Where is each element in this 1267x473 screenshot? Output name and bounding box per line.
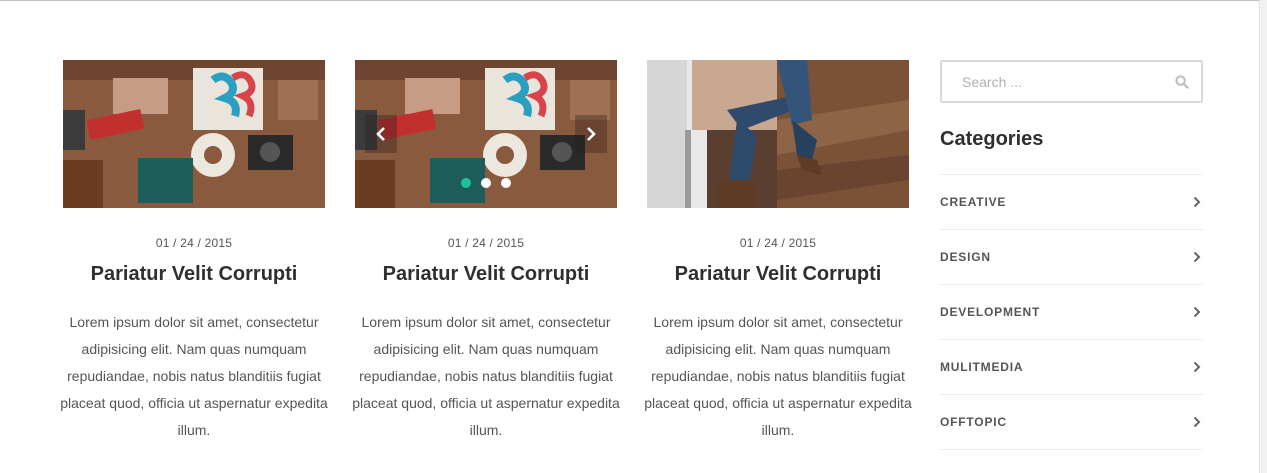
chevron-right-icon: [587, 127, 596, 141]
top-divider: [0, 0, 1267, 1]
post-title[interactable]: Pariatur Velit Corrupti: [647, 263, 909, 286]
page-scrollbar-edge: [1259, 0, 1267, 473]
post-image-slider[interactable]: [355, 60, 617, 208]
category-item-creative[interactable]: CREATIVE: [940, 175, 1203, 230]
categories-list: CREATIVE DESIGN DEVELOPMENT MULITMEDIA O…: [940, 174, 1203, 450]
post-excerpt: Lorem ipsum dolor sit amet, consectetur …: [644, 314, 912, 438]
seated-person-image: [647, 60, 909, 208]
chevron-right-icon: [1193, 306, 1203, 318]
category-item-design[interactable]: DESIGN: [940, 230, 1203, 285]
chevron-right-icon: [1193, 361, 1203, 373]
post-image[interactable]: [63, 60, 325, 208]
desk-flatlay-image: [63, 60, 325, 208]
categories-heading: Categories: [940, 128, 1044, 150]
category-label: CREATIVE: [940, 195, 1007, 209]
chevron-right-icon: [1193, 416, 1203, 428]
category-label: MULITMEDIA: [940, 360, 1024, 374]
category-label: OFFTOPIC: [940, 415, 1007, 429]
blog-post-card: 01 / 24 / 2015 Pariatur Velit Corrupti L…: [352, 60, 620, 444]
category-item-mulitmedia[interactable]: MULITMEDIA: [940, 340, 1203, 395]
category-label: DEVELOPMENT: [940, 305, 1041, 319]
search-input[interactable]: [942, 62, 1172, 101]
post-date: 01 / 24 / 2015: [447, 236, 525, 250]
slider-dot[interactable]: [501, 178, 511, 188]
search-box: [940, 60, 1203, 103]
slider-dot-active[interactable]: [461, 178, 471, 188]
chevron-left-icon: [376, 127, 385, 141]
slider-pagination: [461, 178, 511, 188]
sidebar: Categories CREATIVE DESIGN DEVELOPMENT M…: [940, 60, 1203, 450]
slider-prev-button[interactable]: [365, 115, 397, 153]
post-excerpt: Lorem ipsum dolor sit amet, consectetur …: [352, 314, 620, 438]
post-image[interactable]: [647, 60, 909, 208]
search-icon[interactable]: [1175, 75, 1189, 94]
chevron-right-icon: [1193, 251, 1203, 263]
chevron-right-icon: [1193, 196, 1203, 208]
blog-post-card: 01 / 24 / 2015 Pariatur Velit Corrupti L…: [60, 60, 328, 444]
category-label: DESIGN: [940, 250, 991, 264]
slider-next-button[interactable]: [575, 115, 607, 153]
category-item-development[interactable]: DEVELOPMENT: [940, 285, 1203, 340]
post-excerpt: Lorem ipsum dolor sit amet, consectetur …: [60, 314, 328, 438]
post-date: 01 / 24 / 2015: [155, 236, 233, 250]
post-title[interactable]: Pariatur Velit Corrupti: [355, 263, 617, 286]
post-title[interactable]: Pariatur Velit Corrupti: [63, 263, 325, 286]
slider-dot[interactable]: [481, 178, 491, 188]
post-date: 01 / 24 / 2015: [739, 236, 817, 250]
category-item-offtopic[interactable]: OFFTOPIC: [940, 395, 1203, 450]
blog-post-card: 01 / 24 / 2015 Pariatur Velit Corrupti L…: [644, 60, 912, 444]
